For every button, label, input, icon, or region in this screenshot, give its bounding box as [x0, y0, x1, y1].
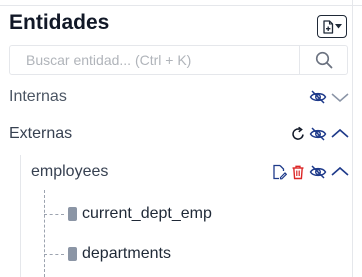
add-entity-button[interactable]: [317, 15, 347, 38]
group-externas[interactable]: Externas: [0, 121, 352, 147]
chevron-down-icon[interactable]: [330, 90, 350, 104]
edit-icon[interactable]: [271, 164, 287, 180]
search-button[interactable]: [299, 46, 347, 74]
entity-employees-label: employees: [31, 163, 109, 180]
chevron-up-icon[interactable]: [330, 165, 350, 179]
table-icon: [68, 207, 77, 221]
panel-title: Entidades: [9, 11, 110, 34]
tree-leaf-label: current_dept_emp: [82, 205, 212, 222]
trash-icon[interactable]: [290, 164, 306, 180]
tree-leaf-item[interactable]: departments: [44, 242, 171, 266]
file-plus-icon: [322, 19, 334, 34]
search-icon: [315, 51, 333, 69]
chevron-up-icon[interactable]: [330, 127, 350, 141]
eye-off-icon[interactable]: [309, 88, 327, 106]
group-internas-label: Internas: [9, 88, 67, 105]
tree-leaf-label: departments: [82, 245, 171, 262]
search-input[interactable]: [10, 46, 299, 74]
tree-leaf-item[interactable]: current_dept_emp: [44, 202, 212, 226]
group-internas[interactable]: Internas: [0, 84, 352, 110]
tree-connector: [44, 253, 64, 255]
caret-down-icon: [335, 24, 342, 29]
entities-panel: Entidades Internas: [0, 0, 353, 277]
table-icon: [68, 247, 77, 261]
search-box: [9, 45, 348, 75]
entity-employees[interactable]: employees: [0, 159, 352, 185]
group-externas-label: Externas: [9, 125, 73, 142]
tree-connector: [44, 213, 64, 215]
eye-off-icon[interactable]: [309, 125, 327, 143]
refresh-icon[interactable]: [290, 126, 306, 142]
eye-off-icon[interactable]: [309, 163, 327, 181]
